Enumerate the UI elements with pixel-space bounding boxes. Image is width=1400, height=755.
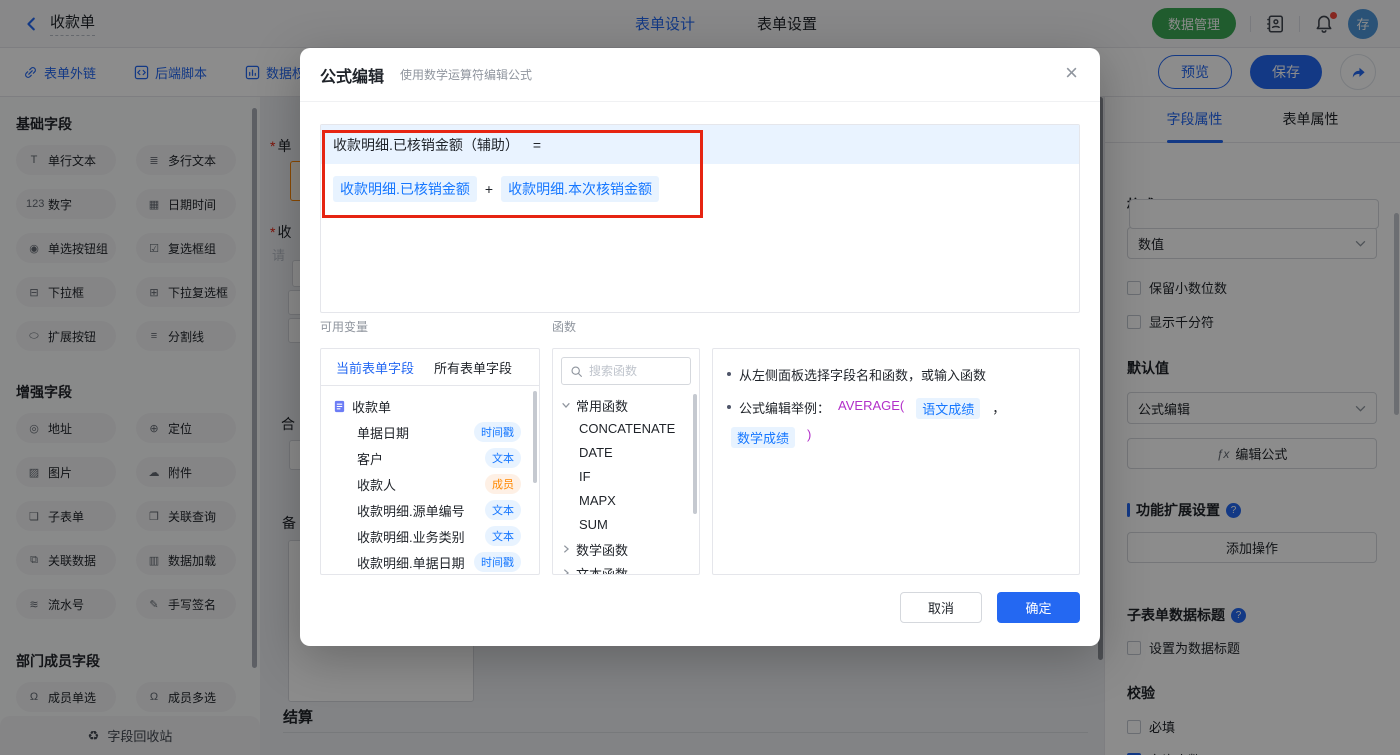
example-comma: ， <box>992 401 1006 416</box>
form-designer-app: 收款单 表单设计 表单设置 数据管理 存 表单外链 后端脚本 数据权限 预览 保… <box>0 0 1400 755</box>
function-item[interactable]: MAPX <box>553 489 699 513</box>
bullet-dot <box>727 405 731 409</box>
function-search[interactable] <box>561 357 691 385</box>
type-badge: 时间戳 <box>474 552 521 572</box>
function-group-common[interactable]: 常用函数 <box>553 393 699 417</box>
formula-equals: = <box>532 136 542 153</box>
type-badge: 文本 <box>485 448 521 468</box>
close-icon[interactable]: × <box>1065 62 1078 84</box>
function-group-math[interactable]: 数学函数 <box>553 537 699 561</box>
bullet-dot <box>727 372 731 376</box>
formula-help-panel: 从左侧面板选择字段名和函数，或输入函数 公式编辑举例： AVERAGE( 语文成… <box>712 348 1080 575</box>
help-line-2: 公式编辑举例： AVERAGE( 语文成绩 ， 数学成绩 ) <box>727 398 1065 448</box>
variable-row[interactable]: 单据日期 时间戳 <box>321 419 539 445</box>
formula-target-row: 收款明细.已核销金额（辅助） = <box>321 125 1079 164</box>
help-line-1: 从左侧面板选择字段名和函数，或输入函数 <box>727 365 1065 384</box>
function-search-input[interactable] <box>589 364 679 378</box>
variable-row[interactable]: 收款明细.业务类别 文本 <box>321 523 539 549</box>
tab-current-form-fields[interactable]: 当前表单字段 <box>336 358 414 377</box>
chevron-down-icon <box>562 402 570 409</box>
confirm-button[interactable]: 确定 <box>997 592 1080 623</box>
formula-expression: 收款明细.已核销金额 + 收款明细.本次核销金额 <box>321 164 1079 214</box>
variables-tabs: 当前表单字段 所有表单字段 <box>321 349 539 386</box>
variables-tree: 收款单 单据日期 时间戳 客户 文本 收款人 成员 收款明细.源单编号 文本 收款明细.… <box>321 386 539 574</box>
function-item[interactable]: CONCATENATE <box>553 417 699 441</box>
example-function-close: ) <box>807 427 812 442</box>
type-badge: 文本 <box>485 500 521 520</box>
variable-row[interactable]: 收款明细.源单编号 文本 <box>321 497 539 523</box>
variable-row[interactable]: 客户 文本 <box>321 445 539 471</box>
modal-footer: 取消 确定 <box>900 592 1080 623</box>
variables-scrollbar[interactable] <box>533 391 537 483</box>
modal-header: 公式编辑 使用数学运算符编辑公式 × <box>300 48 1100 102</box>
modal-subtitle: 使用数学运算符编辑公式 <box>400 68 533 82</box>
formula-field-chip[interactable]: 收款明细.本次核销金额 <box>501 176 659 202</box>
functions-panel: 常用函数 CONCATENATE DATE IF MAPX SUM 数学函数 文… <box>552 348 700 575</box>
function-item[interactable]: SUM <box>553 513 699 537</box>
form-doc-icon <box>334 400 345 413</box>
formula-operator: + <box>484 181 494 197</box>
functions-label: 函数 <box>552 320 577 334</box>
variable-row[interactable]: 收款人 成员 <box>321 471 539 497</box>
formula-target: 收款明细.已核销金额（辅助） <box>333 136 519 153</box>
type-badge: 文本 <box>485 526 521 546</box>
function-item[interactable]: DATE <box>553 441 699 465</box>
chevron-right-icon <box>563 545 570 553</box>
type-badge: 时间戳 <box>474 422 521 442</box>
cancel-button[interactable]: 取消 <box>900 592 982 623</box>
functions-scrollbar[interactable] <box>693 394 697 514</box>
chevron-right-icon <box>563 569 570 574</box>
variable-row[interactable]: 收款明细.单据日期 时间戳 <box>321 549 539 574</box>
tab-all-form-fields[interactable]: 所有表单字段 <box>434 358 512 377</box>
search-icon <box>571 365 582 377</box>
formula-editor-modal: 公式编辑 使用数学运算符编辑公式 × 收款明细.已核销金额（辅助） = 收款明细… <box>300 48 1100 646</box>
modal-title: 公式编辑 <box>320 68 385 86</box>
example-field-chip: 语文成绩 <box>916 398 981 419</box>
function-item[interactable]: IF <box>553 465 699 489</box>
type-badge: 成员 <box>485 474 521 494</box>
formula-editor[interactable]: 收款明细.已核销金额（辅助） = 收款明细.已核销金额 + 收款明细.本次核销金… <box>320 124 1080 313</box>
variables-label: 可用变量 <box>320 320 369 334</box>
formula-field-chip[interactable]: 收款明细.已核销金额 <box>333 176 477 202</box>
function-group-text[interactable]: 文本函数 <box>553 561 699 574</box>
variables-panel: 当前表单字段 所有表单字段 收款单 单据日期 时间戳 客户 文本 收款人 成员 收款明… <box>320 348 540 575</box>
example-function-name: AVERAGE( <box>838 398 905 413</box>
tree-root-form[interactable]: 收款单 <box>321 394 539 419</box>
example-field-chip: 数学成绩 <box>731 427 796 448</box>
